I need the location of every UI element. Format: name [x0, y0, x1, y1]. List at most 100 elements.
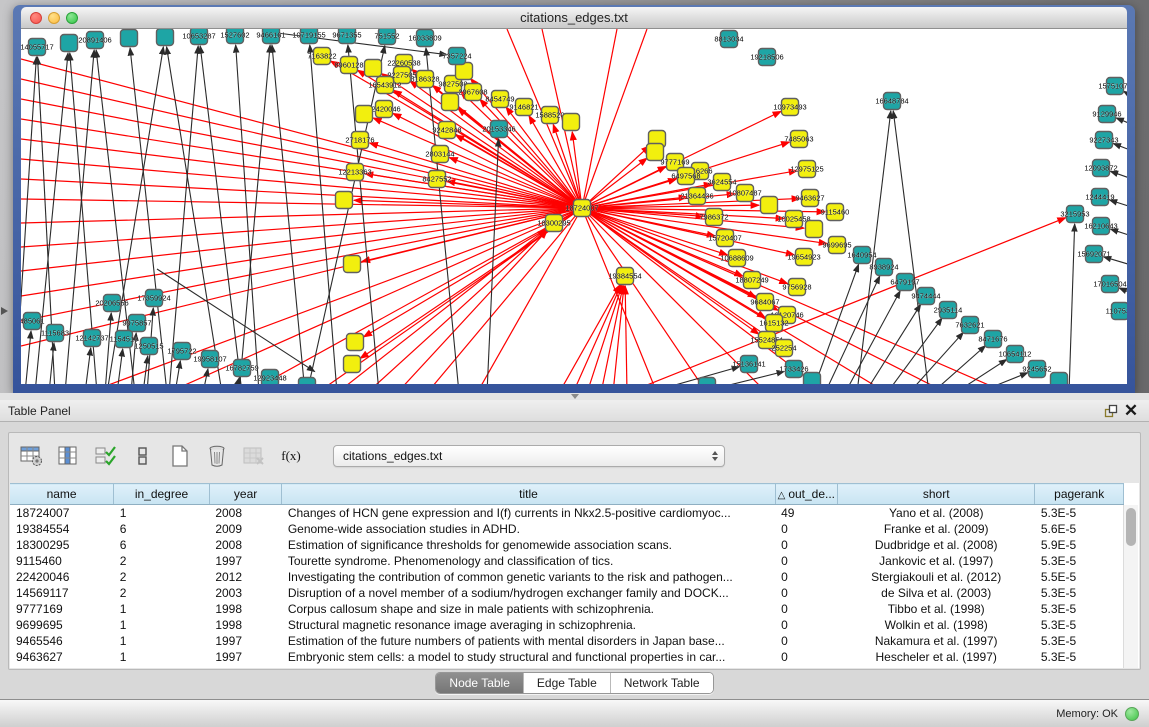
table-cell[interactable]: 0	[775, 617, 837, 633]
graph-node[interactable]	[442, 94, 459, 111]
graph-node[interactable]: 10719155	[292, 29, 325, 44]
table-cell[interactable]: 0	[775, 633, 837, 649]
graph-node[interactable]: 7986372	[699, 209, 728, 226]
graph-node[interactable]: 9463627	[795, 190, 824, 207]
graph-node[interactable]	[563, 114, 580, 131]
tab-edge-table[interactable]: Edge Table	[524, 673, 611, 693]
table-cell[interactable]: 5.9E-5	[1035, 537, 1124, 553]
table-cell[interactable]: 22420046	[10, 569, 114, 585]
float-panel-button[interactable]	[1101, 402, 1121, 420]
graph-node[interactable]: 15720407	[708, 230, 741, 247]
graph-node[interactable]: 15692071	[1077, 246, 1110, 263]
table-cell[interactable]: 0	[775, 553, 837, 569]
table-cell[interactable]: Yano et al. (2008)	[838, 505, 1035, 521]
function-builder-button[interactable]: f(x)	[278, 443, 304, 469]
graph-node[interactable]	[699, 378, 716, 385]
table-cell[interactable]: Stergiakouli et al. (2012)	[838, 569, 1035, 585]
graph-node[interactable]: 485061	[21, 313, 45, 330]
graph-node[interactable]: 12975125	[790, 161, 823, 178]
table-settings-button[interactable]	[19, 443, 45, 469]
table-scrollbar-thumb[interactable]	[1126, 508, 1136, 546]
graph-node[interactable]: 1107533	[1106, 303, 1127, 320]
graph-node[interactable]: 9115460	[821, 204, 850, 221]
graph-node[interactable]: 10807487	[728, 185, 761, 202]
graph-node[interactable]: 10653287	[182, 29, 215, 45]
graph-node[interactable]: 19958107	[193, 351, 226, 368]
graph-node[interactable]: 1527602	[220, 29, 249, 44]
graph-node[interactable]: 1640954	[847, 247, 876, 264]
table-cell[interactable]: 9777169	[10, 601, 114, 617]
select-all-check-button[interactable]	[93, 443, 119, 469]
table-row[interactable]: 1938455462009Genome-wide association stu…	[10, 521, 1124, 537]
table-row[interactable]: 2242004622012Investigating the contribut…	[10, 569, 1124, 585]
table-cell[interactable]: 5.6E-5	[1035, 521, 1124, 537]
table-cell[interactable]: Embryonic stem cells: a model to study s…	[282, 649, 775, 665]
table-cell[interactable]: 19384554	[10, 521, 114, 537]
graph-node[interactable]: 12093872	[1084, 160, 1117, 177]
table-row[interactable]: 946362711997Embryonic stem cells: a mode…	[10, 649, 1124, 665]
table-cell[interactable]: 2008	[209, 505, 281, 521]
column-header-year[interactable]: year	[209, 484, 281, 505]
table-row[interactable]: 1830029562008Estimation of significance …	[10, 537, 1124, 553]
column-header-out-degree[interactable]: △out_de...	[775, 484, 837, 505]
table-cell[interactable]: 1998	[209, 601, 281, 617]
graph-node[interactable]: 16210643	[1084, 218, 1117, 235]
graph-node[interactable]	[299, 378, 316, 385]
graph-node[interactable]	[61, 35, 78, 52]
graph-node[interactable]: 8938924	[869, 259, 898, 276]
close-panel-button[interactable]: ✕	[1121, 402, 1141, 420]
table-cell[interactable]: 49	[775, 505, 837, 521]
table-cell[interactable]: 14569117	[10, 585, 114, 601]
table-cell[interactable]: 5.5E-5	[1035, 569, 1124, 585]
table-selector-combobox[interactable]: citations_edges.txt	[333, 445, 725, 467]
tab-node-table[interactable]: Node Table	[436, 673, 524, 693]
table-cell[interactable]: Hescheler et al. (1997)	[838, 649, 1035, 665]
table-cell[interactable]: Franke et al. (2009)	[838, 521, 1035, 537]
graph-node[interactable]	[157, 29, 174, 46]
column-header-name[interactable]: name	[10, 484, 114, 505]
graph-node[interactable]	[344, 256, 361, 273]
table-cell[interactable]: 18724007	[10, 505, 114, 521]
table-cell[interactable]: de Silva et al. (2003)	[838, 585, 1035, 601]
graph-node[interactable]: 10654112	[999, 346, 1032, 363]
table-cell[interactable]: 1	[114, 617, 210, 633]
graph-node[interactable]: 8427552	[422, 171, 451, 188]
column-header-in-degree[interactable]: in_degree	[114, 484, 210, 505]
table-cell[interactable]: 5.3E-5	[1035, 505, 1124, 521]
delete-trash-button[interactable]	[204, 443, 230, 469]
graph-node[interactable]: 9129946	[1092, 106, 1121, 123]
graph-node[interactable]: 252254	[771, 340, 796, 357]
graph-node[interactable]	[761, 197, 778, 214]
table-cell[interactable]: 1	[114, 601, 210, 617]
graph-node[interactable]	[347, 334, 364, 351]
graph-node[interactable]: 19654923	[787, 249, 820, 266]
graph-node[interactable]: 15136141	[732, 356, 765, 373]
graph-node[interactable]	[1051, 373, 1068, 385]
table-cell[interactable]: 0	[775, 537, 837, 553]
table-cell[interactable]: 5.3E-5	[1035, 601, 1124, 617]
graph-node[interactable]: 8813034	[714, 31, 743, 48]
table-cell[interactable]: 6	[114, 537, 210, 553]
table-cell[interactable]: 1998	[209, 617, 281, 633]
graph-node[interactable]: 9671355	[332, 29, 361, 44]
table-cell[interactable]: 5.3E-5	[1035, 617, 1124, 633]
table-cell[interactable]: 5.3E-5	[1035, 553, 1124, 569]
graph-node[interactable]: 17016504	[1093, 276, 1126, 293]
table-cell[interactable]: Estimation of significance thresholds fo…	[282, 537, 775, 553]
graph-node[interactable]: 9227343	[1089, 132, 1118, 149]
graph-node[interactable]	[121, 30, 138, 47]
tab-network-table[interactable]: Network Table	[611, 673, 713, 693]
graph-node[interactable]: 16648784	[875, 93, 908, 110]
column-header-short[interactable]: short	[838, 484, 1035, 505]
table-cell[interactable]: Changes of HCN gene expression and I(f) …	[282, 505, 775, 521]
table-cell[interactable]: 9699695	[10, 617, 114, 633]
table-cell[interactable]: 1997	[209, 633, 281, 649]
table-cell[interactable]: 2008	[209, 537, 281, 553]
table-scrollbar[interactable]	[1123, 505, 1138, 668]
table-cell[interactable]: 0	[775, 569, 837, 585]
table-cell[interactable]: Corpus callosum shape and size in male p…	[282, 601, 775, 617]
graph-node[interactable]: 20891406	[78, 32, 111, 49]
divider-handle-icon[interactable]	[571, 394, 579, 399]
graph-node[interactable]: 10688609	[720, 250, 753, 267]
table-cell[interactable]: 0	[775, 649, 837, 665]
